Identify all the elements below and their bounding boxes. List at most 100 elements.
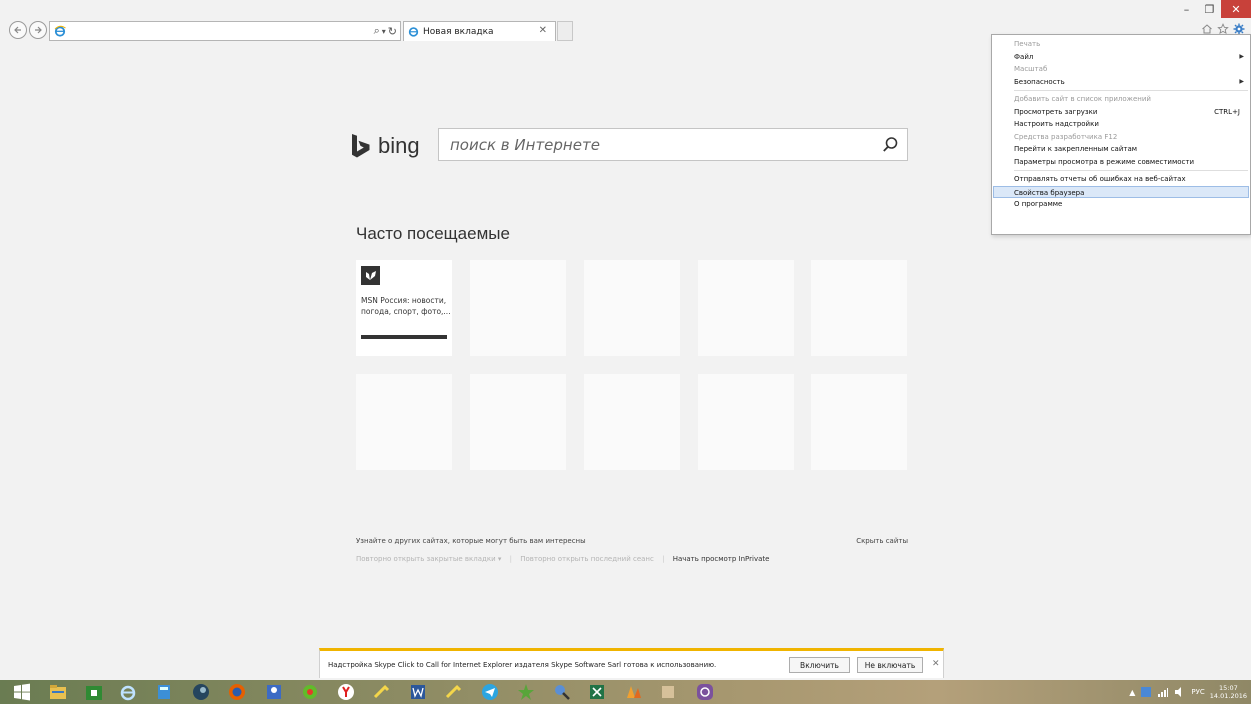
menu-item-manage-addons[interactable]: Настроить надстройки [992, 118, 1250, 131]
word-icon[interactable] [408, 682, 428, 702]
close-button[interactable]: ✕ [1221, 0, 1251, 18]
menu-item-label: Масштаб [1014, 65, 1048, 73]
ie-tab-icon [408, 27, 419, 37]
game-app-icon[interactable] [658, 682, 678, 702]
file-explorer-icon[interactable] [48, 682, 68, 702]
reopen-last-session-link[interactable]: Повторно открыть последний сеанс [520, 555, 654, 563]
menu-item-report-website-problems[interactable]: Отправлять отчеты об ошибках на веб-сайт… [992, 173, 1250, 186]
menu-item-label: О программе [1014, 200, 1063, 208]
start-windows-icon[interactable] [12, 682, 32, 702]
site-tile-empty[interactable] [811, 374, 907, 470]
game-app-icon[interactable] [516, 682, 536, 702]
separator: | [662, 555, 665, 563]
tray-clock[interactable]: 15:07 14.01.2016 [1210, 684, 1247, 700]
key-tool-icon[interactable] [444, 682, 464, 702]
site-tile-empty[interactable] [470, 260, 566, 356]
menu-item-label: Печать [1014, 40, 1041, 48]
back-button[interactable] [9, 21, 27, 39]
discover-row: Узнайте о других сайтах, которые могут б… [356, 537, 908, 545]
restore-button[interactable]: ❐ [1198, 0, 1221, 18]
search-input[interactable] [439, 129, 869, 160]
user-app-icon[interactable] [264, 682, 284, 702]
key-tool-icon[interactable] [372, 682, 392, 702]
hide-sites-link[interactable]: Скрыть сайты [856, 537, 908, 545]
menu-item-label: Перейти к закрепленным сайтам [1014, 145, 1138, 153]
menu-item-view-downloads[interactable]: Просмотреть загрузки CTRL+J [992, 106, 1250, 119]
msn-butterfly-icon [361, 266, 380, 285]
close-icon[interactable]: ✕ [932, 659, 940, 669]
forward-button[interactable] [29, 21, 47, 39]
back-arrow-icon [14, 26, 21, 34]
menu-item-zoom[interactable]: Масштаб [992, 63, 1250, 76]
volume-icon[interactable] [1174, 686, 1186, 698]
forward-arrow-icon [35, 26, 42, 34]
menu-item-safety[interactable]: Безопасность ▶ [992, 76, 1250, 89]
menu-item-label: Средства разработчика F12 [1014, 132, 1118, 141]
new-tab-button[interactable] [557, 21, 573, 41]
steam-icon[interactable] [191, 682, 211, 702]
menu-item-internet-options[interactable]: Свойства браузера [993, 185, 1249, 198]
address-bar[interactable]: ⌕ ▾ ↻ [49, 21, 401, 41]
refresh-icon[interactable]: ↻ [388, 25, 397, 38]
keyboard-language-indicator[interactable]: РУС [1191, 688, 1204, 696]
menu-item-file[interactable]: Файл ▶ [992, 51, 1250, 64]
icq-flower-icon[interactable] [300, 682, 320, 702]
session-links-row: Повторно открыть закрытые вкладки ▾ | По… [356, 555, 908, 563]
menu-item-label: Свойства браузера [1014, 188, 1085, 197]
minimize-button[interactable]: – [1175, 0, 1198, 18]
search-box[interactable] [438, 128, 908, 161]
reopen-closed-tabs-link[interactable]: Повторно открыть закрытые вкладки ▾ [356, 555, 501, 563]
enable-addon-button[interactable]: Включить [789, 657, 850, 673]
search-icon[interactable]: ⌕ [374, 24, 380, 38]
site-tile-empty[interactable] [584, 260, 680, 356]
bing-logo: bing [350, 133, 420, 159]
yandex-browser-icon[interactable] [336, 682, 356, 702]
menu-item-about[interactable]: О программе [992, 198, 1250, 211]
frequent-sites-title: Часто посещаемые [356, 224, 510, 243]
telegram-icon[interactable] [480, 682, 500, 702]
paint-app-icon[interactable] [623, 682, 643, 702]
menu-item-pinned-sites[interactable]: Перейти к закрепленным сайтам [992, 143, 1250, 156]
menu-item-label: Просмотреть загрузки [1014, 107, 1098, 116]
firefox-icon[interactable] [227, 682, 247, 702]
discover-sites-link[interactable]: Узнайте о других сайтах, которые могут б… [356, 537, 586, 545]
excel-icon[interactable] [587, 682, 607, 702]
tools-menu: Печать Файл ▶ Масштаб Безопасность ▶ Добав… [991, 34, 1251, 235]
site-tile-msn[interactable]: MSN Россия: новости, погода, спорт, фото… [356, 260, 452, 356]
viber-icon[interactable] [695, 682, 715, 702]
internet-explorer-icon[interactable] [118, 682, 138, 702]
site-tile-empty[interactable] [470, 374, 566, 470]
menu-item-label: Безопасность [1014, 77, 1065, 86]
tray-expand-icon[interactable]: ▲ [1129, 688, 1135, 697]
network-icon[interactable] [1157, 686, 1169, 698]
dont-enable-addon-button[interactable]: Не включать [857, 657, 923, 673]
bing-b-icon [352, 134, 370, 158]
site-tile-empty[interactable] [698, 260, 794, 356]
site-tile-empty[interactable] [698, 374, 794, 470]
site-tile-empty[interactable] [356, 374, 452, 470]
site-tile-empty[interactable] [811, 260, 907, 356]
inprivate-link[interactable]: Начать просмотр InPrivate [673, 555, 770, 563]
site-tile-empty[interactable] [584, 374, 680, 470]
tab-close-icon[interactable]: ✕ [539, 25, 547, 36]
site-tile-label: MSN Россия: новости, погода, спорт, фото… [361, 296, 451, 316]
menu-item-compatibility-view[interactable]: Параметры просмотра в режиме совместимос… [992, 156, 1250, 169]
system-tray: ▲ РУС 15:07 14.01.2016 [1129, 680, 1251, 704]
submenu-arrow-icon: ▶ [1239, 52, 1244, 60]
search-icon[interactable] [882, 136, 899, 153]
menu-item-label: Отправлять отчеты об ошибках на веб-сайт… [1014, 175, 1186, 183]
menu-shortcut: CTRL+J [1214, 107, 1240, 116]
store-icon[interactable] [84, 682, 104, 702]
calculator-icon[interactable] [154, 682, 174, 702]
tray-app-icon[interactable] [1140, 686, 1152, 698]
menu-item-add-site-to-apps[interactable]: Добавить сайт в список приложений [992, 93, 1250, 106]
menu-item-print[interactable]: Печать [992, 38, 1250, 51]
network-tool-icon[interactable] [552, 682, 572, 702]
site-tile-underline [361, 335, 447, 339]
notification-bar: Надстройка Skype Click to Call for Inter… [319, 648, 944, 678]
dropdown-arrow-icon[interactable]: ▾ [382, 27, 386, 36]
menu-item-developer-tools[interactable]: Средства разработчика F12 [992, 131, 1250, 144]
tray-time: 15:07 [1219, 684, 1238, 692]
tab-new-tab[interactable]: Новая вкладка ✕ [403, 21, 556, 41]
menu-item-label: Параметры просмотра в режиме совместимос… [1014, 157, 1195, 166]
